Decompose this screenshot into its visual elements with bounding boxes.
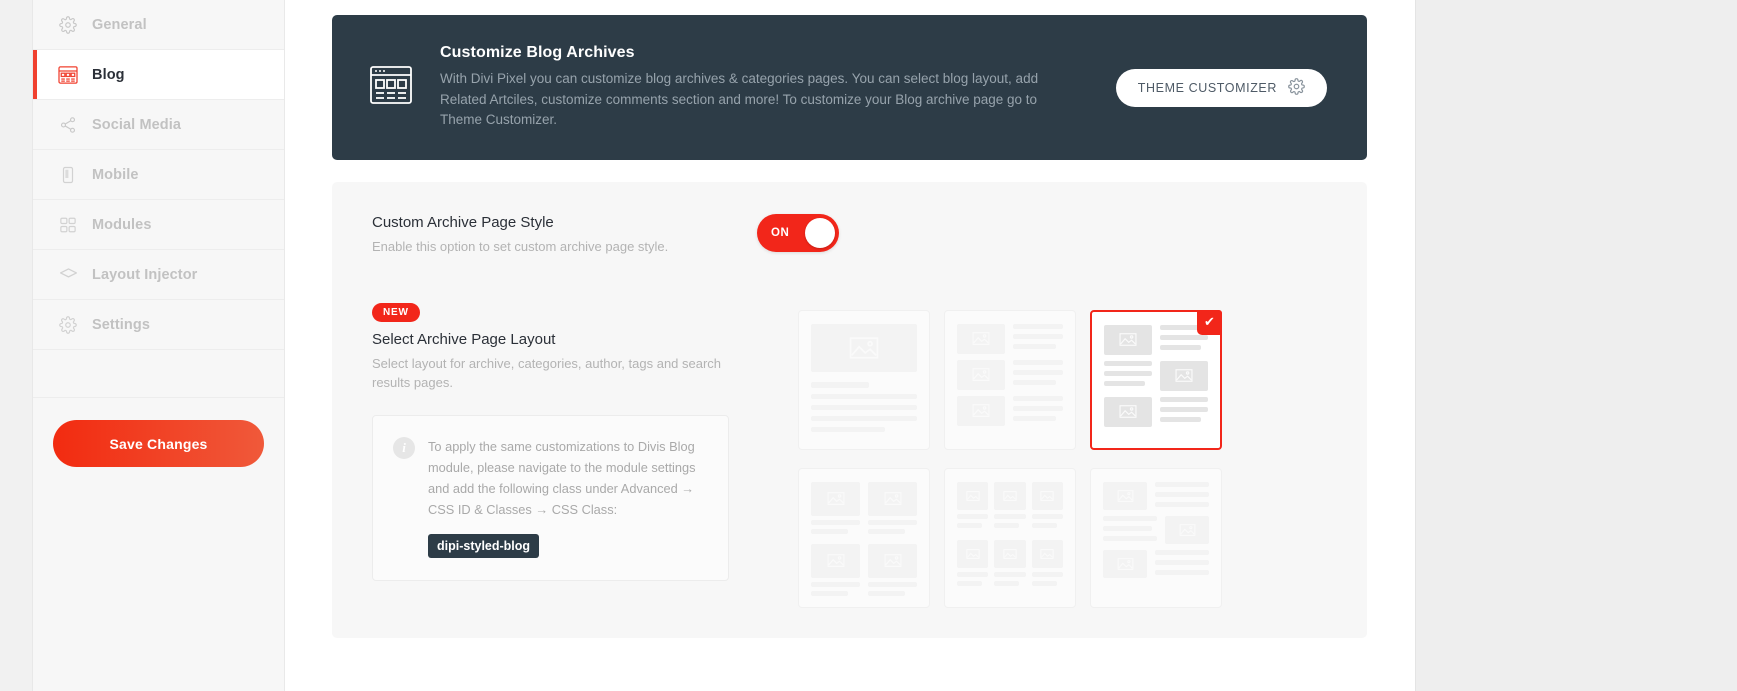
layout-option-list-left-image[interactable]: [944, 309, 1076, 450]
sidebar-item-settings[interactable]: Settings: [33, 300, 284, 350]
sidebar-item-label: Mobile: [92, 166, 139, 183]
sidebar-item-blog[interactable]: Blog: [33, 50, 284, 100]
sidebar: General Blog Social Media Mobile Modules…: [33, 0, 285, 691]
sidebar-item-label: Blog: [92, 66, 125, 83]
banner-description: With Divi Pixel you can customize blog a…: [440, 70, 1039, 128]
sidebar-item-general[interactable]: General: [33, 0, 284, 50]
custom-archive-page-style-row: Custom Archive Page Style Enable this op…: [372, 214, 1327, 257]
theme-customizer-label: THEME CUSTOMIZER: [1137, 80, 1277, 95]
theme-customizer-button[interactable]: THEME CUSTOMIZER: [1115, 68, 1327, 107]
wireframe-image: [868, 543, 917, 578]
custom-archive-toggle[interactable]: ON: [757, 214, 839, 252]
wireframe-image: [957, 539, 989, 568]
main-content: Customize Blog Archives With Divi Pixel …: [286, 0, 1415, 691]
share-icon: [57, 114, 79, 136]
settings-card: Custom Archive Page Style Enable this op…: [332, 182, 1367, 638]
sidebar-item-mobile[interactable]: Mobile: [33, 150, 284, 200]
sidebar-item-label: General: [92, 16, 147, 33]
wireframe-image: [811, 543, 860, 578]
save-changes-button[interactable]: Save Changes: [53, 420, 264, 467]
option-description: Select layout for archive, categories, a…: [372, 355, 722, 391]
wireframe-image: [1104, 396, 1152, 427]
custom-archive-text: Custom Archive Page Style Enable this op…: [372, 214, 757, 257]
banner-text-block: Customize Blog Archives With Divi Pixel …: [440, 44, 1060, 132]
sidebar-item-label: Modules: [92, 216, 152, 233]
wireframe-image: [811, 323, 917, 372]
blog-icon: [57, 64, 79, 86]
option-title: Custom Archive Page Style: [372, 214, 554, 231]
archive-layout-text: NEW Select Archive Page Layout Select la…: [372, 302, 762, 608]
wireframe-image: [994, 539, 1026, 568]
wireframe-image: [811, 481, 860, 516]
toggle-knob: [805, 218, 835, 248]
browser-layout-icon: [368, 62, 414, 113]
info-icon: i: [393, 436, 415, 459]
layout-option-zigzag-wide[interactable]: [1090, 467, 1222, 608]
wireframe-image: [1031, 481, 1063, 510]
wireframe-image: [957, 481, 989, 510]
option-description: Enable this option to set custom archive…: [372, 239, 669, 254]
gear-icon: [57, 14, 79, 36]
layout-option-zigzag-alternating[interactable]: ✔: [1090, 309, 1222, 450]
layers-icon: [57, 264, 79, 286]
sidebar-item-label: Social Media: [92, 116, 182, 133]
option-title: Select Archive Page Layout: [372, 330, 556, 348]
layout-option-grid-three-column[interactable]: [944, 467, 1076, 608]
wireframe-image: [1103, 549, 1147, 578]
wireframe-image: [1104, 324, 1152, 355]
wireframe-image: [1031, 539, 1063, 568]
gear-icon: [57, 314, 79, 336]
wireframe-image: [1160, 360, 1208, 391]
banner-title: Customize Blog Archives: [440, 43, 635, 61]
wireframe-image: [957, 323, 1005, 354]
wireframe-image: [957, 359, 1005, 390]
layout-option-fullwidth-stacked[interactable]: [798, 309, 930, 450]
toggle-state-label: ON: [771, 227, 790, 239]
customize-blog-archives-banner: Customize Blog Archives With Divi Pixel …: [332, 15, 1367, 160]
info-text: To apply the same customizations to Divi…: [428, 438, 696, 517]
gear-icon: [1288, 77, 1305, 98]
sidebar-item-label: Settings: [92, 316, 150, 333]
new-badge: NEW: [372, 302, 420, 322]
wireframe-image: [957, 395, 1005, 426]
wireframe-image: [994, 481, 1026, 510]
sidebar-item-social-media[interactable]: Social Media: [33, 100, 284, 150]
page-background-gutter: [1415, 0, 1737, 691]
sidebar-item-modules[interactable]: Modules: [33, 200, 284, 250]
sidebar-item-label: Layout Injector: [92, 266, 198, 283]
modules-icon: [57, 214, 79, 236]
left-edge-strip: [0, 0, 33, 691]
select-archive-layout-row: NEW Select Archive Page Layout Select la…: [372, 302, 1327, 608]
save-button-container: Save Changes: [33, 398, 284, 467]
wireframe-image: [868, 481, 917, 516]
layout-thumbnail-grid: ✔: [798, 302, 1222, 608]
info-box: i To apply the same customizations to Di…: [372, 414, 729, 581]
wireframe-image: [1103, 481, 1147, 510]
wireframe-image: [1165, 515, 1209, 544]
check-icon: ✔: [1197, 309, 1222, 335]
sidebar-item-layout-injector[interactable]: Layout Injector: [33, 250, 284, 300]
info-body: To apply the same customizations to Divi…: [428, 436, 706, 558]
mobile-icon: [57, 164, 79, 186]
sidebar-spacer: [33, 350, 284, 398]
layout-option-grid-two-column[interactable]: [798, 467, 930, 608]
css-class-chip[interactable]: dipi-styled-blog: [428, 533, 540, 558]
app-window: General Blog Social Media Mobile Modules…: [0, 0, 1737, 691]
